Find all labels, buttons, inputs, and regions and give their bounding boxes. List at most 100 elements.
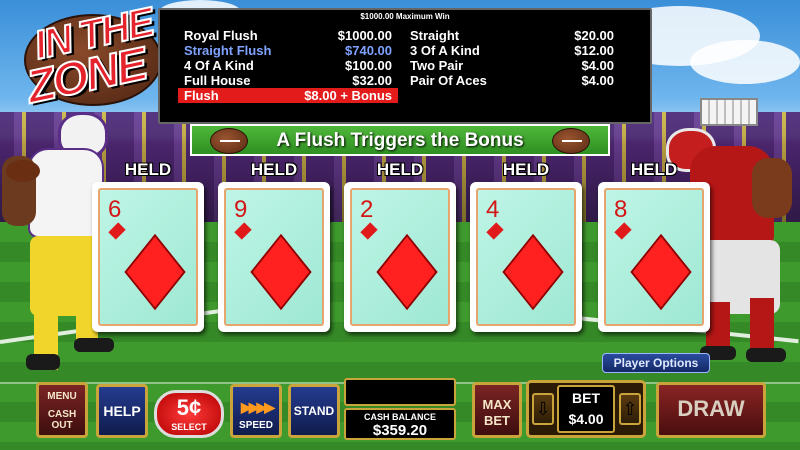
playing-card[interactable]: 4 [470, 182, 582, 332]
pay-table-row: Straight $20.00 [404, 28, 620, 43]
pay-table-hand-name: Royal Flush [184, 28, 258, 43]
pay-table-row: 4 Of A Kind $100.00 [178, 58, 398, 73]
card-face: 6 [98, 188, 198, 326]
diamond-icon [630, 233, 692, 311]
stand-button[interactable]: STAND [288, 384, 340, 438]
player-shoe [746, 348, 786, 362]
card-rank: 2 [360, 196, 374, 223]
pay-table-payout: $32.00 [352, 73, 392, 88]
pay-table-row: Two Pair $4.00 [404, 58, 620, 73]
pay-table-hand-name: Full House [184, 73, 251, 88]
card-rank: 6 [108, 196, 122, 223]
player-shoe [74, 338, 114, 352]
menu-cash-out-button[interactable]: MENU CASH OUT [36, 382, 88, 438]
denomination-value: 5¢ [176, 395, 202, 420]
pay-table-hand-name: 4 Of A Kind [184, 58, 254, 73]
pay-table-payout: $4.00 [581, 73, 614, 88]
pay-table-hand-name: Straight Flush [184, 43, 272, 58]
help-button[interactable]: HELP [96, 384, 148, 438]
menu-label: MENU [47, 391, 77, 402]
card-face: 4 [476, 188, 576, 326]
player-shoe [26, 354, 60, 370]
pay-table-row: 3 Of A Kind $12.00 [404, 43, 620, 58]
player-options-button[interactable]: Player Options [602, 353, 710, 373]
pay-table-hand-name: Two Pair [410, 58, 464, 73]
card-rank: 8 [614, 196, 628, 223]
max-bet-button[interactable]: MAX BET [472, 382, 522, 438]
bet-display: BET $4.00 [557, 385, 615, 433]
message-box [344, 378, 456, 406]
pay-table-hand-name: 3 Of A Kind [410, 43, 480, 58]
denomination-select-label: SELECT [171, 422, 207, 432]
bet-panel: ⇩ BET $4.00 ⇧ [526, 380, 646, 438]
playing-card[interactable]: 6 [92, 182, 204, 332]
game-screen: IN THE ZONE $1000.00 Maximum Win Royal F… [0, 0, 800, 450]
pay-table-payout: $20.00 [574, 28, 614, 43]
speed-button[interactable]: ▶▶▶▶ SPEED [230, 384, 282, 438]
pay-table-payout: $8.00 + Bonus [304, 88, 392, 103]
pay-table-left-column: Royal Flush $1000.00 Straight Flush $740.00… [178, 28, 398, 103]
pay-table-payout: $4.00 [581, 58, 614, 73]
card-face: 9 [224, 188, 324, 326]
pay-table-row: Flush $8.00 + Bonus [178, 88, 398, 103]
arrow-down-icon[interactable]: ⇩ [532, 393, 554, 425]
cash-label: CASH [47, 409, 77, 420]
playing-card[interactable]: 8 [598, 182, 710, 332]
pay-table-row: Pair Of Aces $4.00 [404, 73, 620, 88]
pay-table-payout: $1000.00 [337, 28, 392, 43]
bonus-banner: A Flush Triggers the Bonus [190, 124, 610, 156]
max-win-label: $1000.00 Maximum Win [360, 12, 450, 21]
arrow-up-icon[interactable]: ⇧ [619, 393, 641, 425]
diamond-icon [124, 233, 186, 311]
football-icon [552, 128, 590, 154]
bet-label-text: BET [484, 413, 510, 428]
pay-table-row: Royal Flush $1000.00 [178, 28, 398, 43]
diamond-icon [502, 233, 564, 311]
card-face: 8 [604, 188, 704, 326]
bet-value: $4.00 [568, 411, 604, 427]
diamond-icon [614, 222, 632, 240]
bet-label: BET [572, 390, 600, 406]
cash-balance-value: $359.20 [372, 422, 428, 439]
playing-card[interactable]: 2 [344, 182, 456, 332]
pay-table-payout: $740.00 [345, 43, 392, 58]
held-label: HELD [630, 160, 678, 179]
card-rank: 9 [234, 196, 248, 223]
fast-forward-icon: ▶▶▶▶ [241, 399, 275, 415]
bonus-banner-text: A Flush Triggers the Bonus [276, 130, 524, 151]
player-leg [750, 298, 774, 354]
out-label: OUT [51, 420, 73, 431]
pay-table-payout: $100.00 [345, 58, 392, 73]
pay-table-hand-name: Pair Of Aces [410, 73, 487, 88]
max-label: MAX [482, 397, 512, 412]
card-face: 2 [350, 188, 450, 326]
draw-button[interactable]: DRAW [656, 382, 766, 438]
pay-table: $1000.00 Maximum Win Royal Flush $1000.00… [158, 8, 652, 124]
pay-table-hand-name: Straight [410, 28, 460, 43]
diamond-icon [108, 222, 126, 240]
held-label: HELD [250, 160, 298, 179]
denomination-select-button[interactable]: 5¢ SELECT [154, 390, 224, 438]
pay-table-payout: $12.00 [574, 43, 614, 58]
card-rank: 4 [486, 196, 500, 223]
diamond-icon [250, 233, 312, 311]
held-label: HELD [376, 160, 424, 179]
player-arm [752, 158, 792, 218]
diamond-icon [486, 222, 504, 240]
cash-balance-label: CASH BALANCE [364, 412, 436, 422]
held-label: HELD [124, 160, 172, 179]
pay-table-row: Full House $32.00 [178, 73, 398, 88]
diamond-icon [376, 233, 438, 311]
playing-card[interactable]: 9 [218, 182, 330, 332]
diamond-icon [234, 222, 252, 240]
football [6, 160, 40, 182]
game-logo: IN THE ZONE [6, 0, 166, 114]
diamond-icon [360, 222, 378, 240]
cash-balance-box: CASH BALANCE $359.20 [344, 408, 456, 440]
cloud [690, 40, 800, 84]
speed-label: SPEED [239, 420, 273, 431]
pay-table-row: Straight Flush $740.00 [178, 43, 398, 58]
pay-table-hand-name: Flush [184, 88, 219, 103]
pay-table-right-column: Straight $20.00 3 Of A Kind $12.00 Two Pair $… [404, 28, 620, 88]
held-label: HELD [502, 160, 550, 179]
